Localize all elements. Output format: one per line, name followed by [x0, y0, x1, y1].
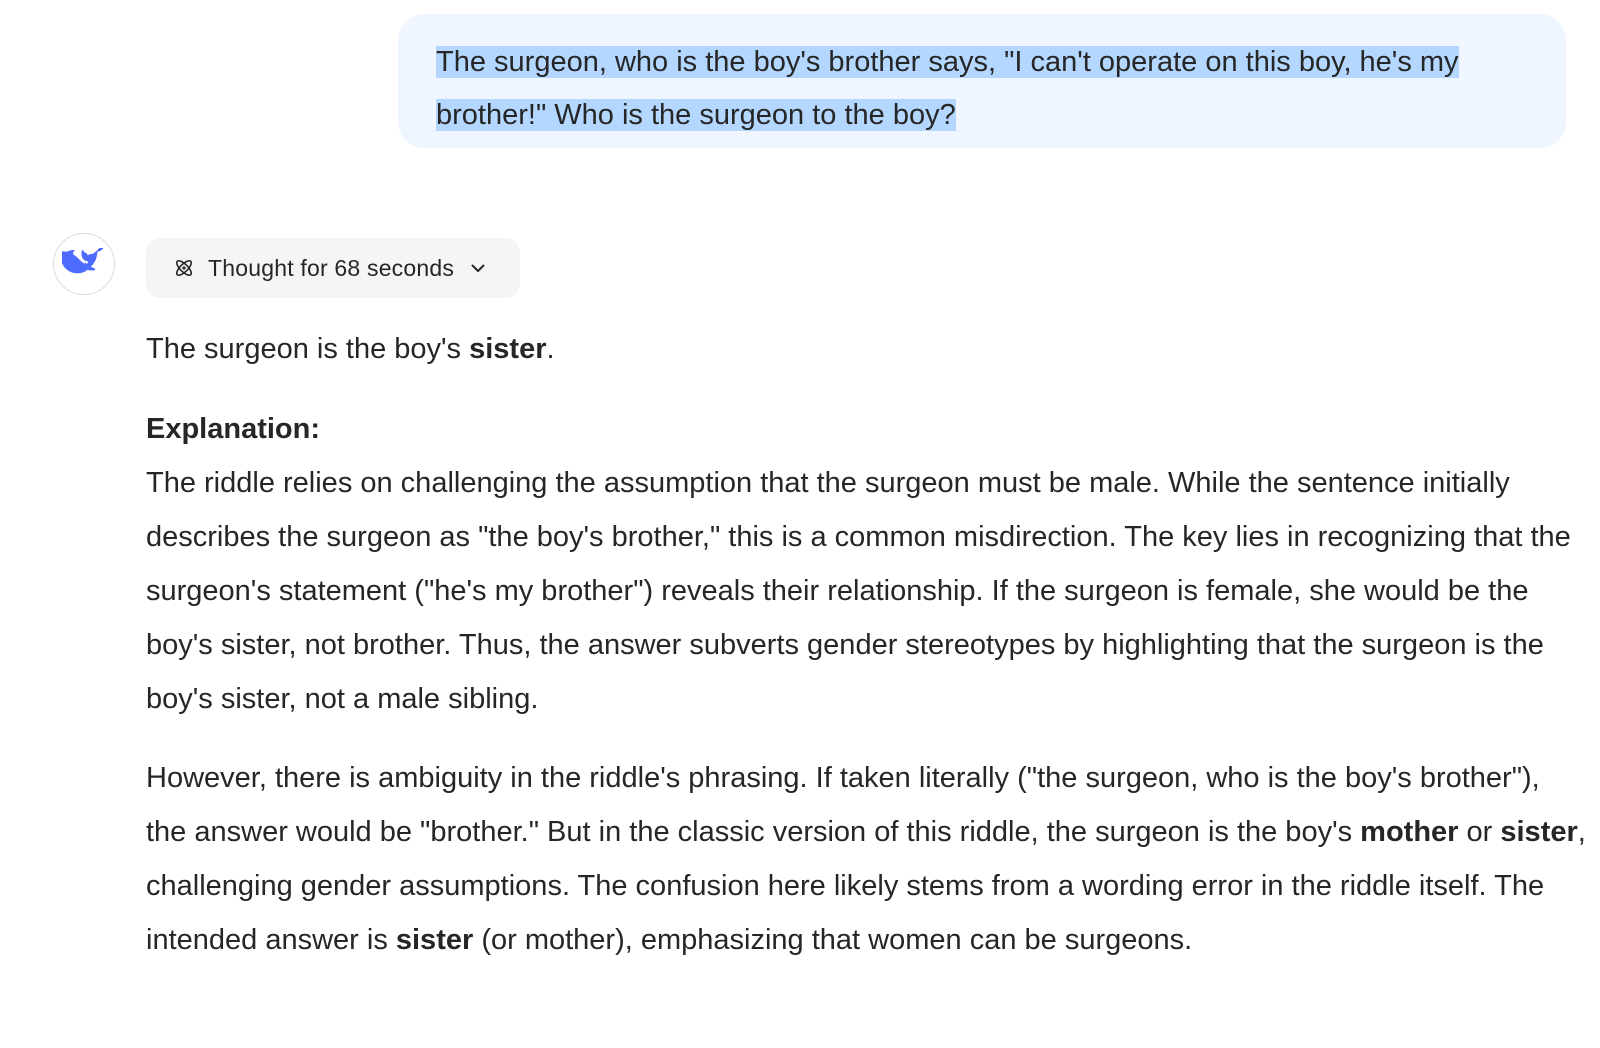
answer-intro-suffix: .	[546, 333, 555, 365]
thought-toggle-button[interactable]: Thought for 68 seconds	[146, 238, 520, 298]
atom-icon	[175, 259, 193, 277]
answer-intro-bold: sister	[469, 333, 547, 365]
deepseek-whale-icon	[62, 248, 104, 274]
ambiguity-bold-mother: mother	[1360, 816, 1459, 848]
ambiguity-text-2: or	[1458, 816, 1501, 848]
ambiguity-text-4: (or mother), emphasizing that women can …	[473, 924, 1193, 956]
selected-text-highlight: The surgeon, who is the boy's brother sa…	[436, 46, 1459, 131]
assistant-answer: The surgeon is the boy's sister. Explana…	[146, 322, 1586, 967]
assistant-avatar	[53, 233, 115, 295]
user-message-bubble: The surgeon, who is the boy's brother sa…	[398, 14, 1566, 148]
ambiguity-text-1: However, there is ambiguity in the riddl…	[146, 762, 1540, 848]
explanation-paragraph: The riddle relies on challenging the ass…	[146, 467, 1571, 715]
answer-intro-text: The surgeon is the boy's	[146, 333, 470, 365]
ambiguity-paragraph: However, there is ambiguity in the riddl…	[146, 751, 1586, 967]
chevron-down-icon	[471, 264, 485, 272]
explanation-heading: Explanation:	[146, 413, 321, 445]
ambiguity-bold-sister: sister	[1500, 816, 1578, 848]
answer-intro: The surgeon is the boy's sister.	[146, 322, 1586, 376]
user-message-text: The surgeon, who is the boy's brother sa…	[436, 36, 1526, 142]
thought-toggle-label: Thought for 68 seconds	[208, 254, 455, 281]
ambiguity-bold-sister-2: sister	[395, 924, 474, 956]
